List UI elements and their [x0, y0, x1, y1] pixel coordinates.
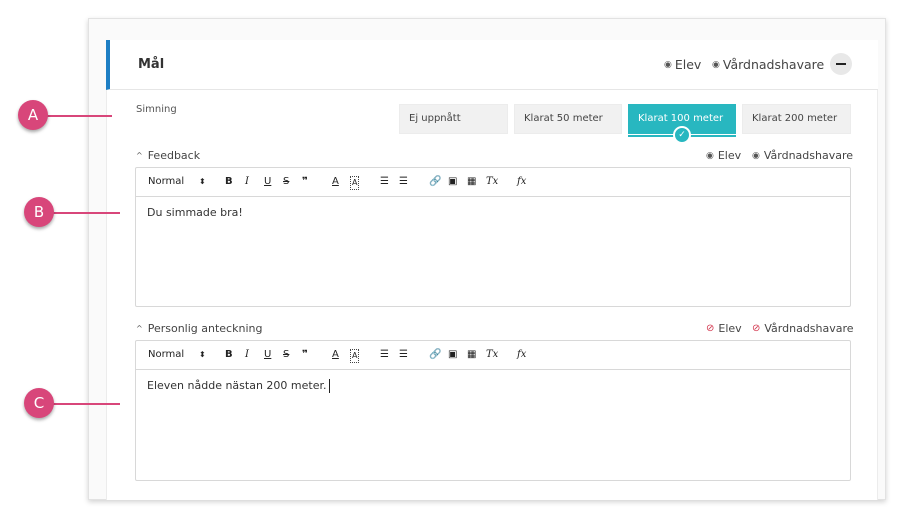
highlight-button[interactable]: A [350, 176, 360, 190]
marker-c: C [24, 388, 54, 418]
video-icon[interactable]: ▦ [467, 176, 476, 188]
eye-icon: ◉ [664, 59, 672, 70]
eye-icon: ◉ [706, 150, 714, 161]
option-ej-uppnatt[interactable]: Ej uppnått [399, 104, 508, 134]
personal-text: Eleven nådde nästan 200 meter. [147, 379, 327, 392]
option-klarat-200[interactable]: Klarat 200 meter [742, 104, 851, 134]
video-icon[interactable]: ▦ [467, 349, 476, 361]
italic-button[interactable]: I [245, 176, 249, 188]
text-cursor [328, 379, 330, 393]
ordered-list-icon[interactable]: ☰ [380, 349, 389, 361]
marker-b-line [50, 212, 120, 214]
personal-section-toggle[interactable]: ^ Personlig anteckning [136, 322, 262, 335]
feedback-editor: Normal ⬍ B I U S ❞ A A ☰ ☰ 🔗 ▣ ▦ Tx fx D… [135, 167, 851, 307]
format-select[interactable]: Normal [148, 349, 184, 361]
highlight-button[interactable]: A [350, 349, 360, 363]
eye-icon: ◉ [712, 59, 720, 70]
font-color-button[interactable]: A [332, 349, 339, 361]
quote-button[interactable]: ❞ [302, 349, 308, 361]
strikethrough-button[interactable]: S [283, 176, 289, 188]
feedback-toolbar: Normal ⬍ B I U S ❞ A A ☰ ☰ 🔗 ▣ ▦ Tx fx [136, 168, 850, 197]
personal-toolbar: Normal ⬍ B I U S ❞ A A ☰ ☰ 🔗 ▣ ▦ Tx fx [136, 341, 850, 370]
format-select[interactable]: Normal [148, 176, 184, 188]
formula-button[interactable]: fx [517, 176, 526, 188]
option-klarat-50[interactable]: Klarat 50 meter [514, 104, 622, 134]
quote-button[interactable]: ❞ [302, 176, 308, 188]
image-icon[interactable]: ▣ [448, 349, 457, 361]
underline-button[interactable]: U [264, 176, 271, 188]
bold-button[interactable]: B [225, 349, 233, 361]
bullet-list-icon[interactable]: ☰ [399, 349, 408, 361]
chevron-up-icon: ^ [136, 151, 143, 160]
collapse-button[interactable] [830, 53, 852, 75]
clear-format-button[interactable]: Tx [486, 349, 498, 361]
personal-text-wrap[interactable]: Eleven nådde nästan 200 meter. [147, 379, 330, 393]
bullet-list-icon[interactable]: ☰ [399, 176, 408, 188]
ordered-list-icon[interactable]: ☰ [380, 176, 389, 188]
italic-button[interactable]: I [245, 349, 249, 361]
chevron-up-icon: ^ [136, 324, 143, 333]
personal-editor: Normal ⬍ B I U S ❞ A A ☰ ☰ 🔗 ▣ ▦ Tx fx E… [135, 340, 851, 481]
bold-button[interactable]: B [225, 176, 233, 188]
font-color-button[interactable]: A [332, 176, 339, 188]
personal-visibility-guardian[interactable]: ⊘ Vårdnadshavare [752, 322, 854, 335]
eye-off-icon: ⊘ [706, 323, 715, 334]
strikethrough-button[interactable]: S [283, 349, 289, 361]
link-icon[interactable]: 🔗 [429, 349, 441, 361]
clear-format-button[interactable]: Tx [486, 176, 498, 188]
image-icon[interactable]: ▣ [448, 176, 457, 188]
personal-visibility-elev[interactable]: ⊘ Elev [706, 322, 742, 335]
formula-button[interactable]: fx [517, 349, 526, 361]
marker-a: A [18, 100, 48, 130]
goal-title: Mål [138, 57, 165, 72]
eye-icon: ◉ [752, 150, 760, 161]
feedback-section-toggle[interactable]: ^ Feedback [136, 149, 200, 162]
marker-a-line [44, 115, 112, 117]
format-select-arrows-icon[interactable]: ⬍ [199, 349, 206, 361]
simning-label: Simning [136, 104, 177, 115]
goal-header: Mål ◉ Elev ◉ Vårdnadshavare [106, 40, 878, 90]
check-icon: ✓ [673, 126, 691, 144]
header-visibility-guardian[interactable]: ◉ Vårdnadshavare [712, 57, 824, 72]
underline-button[interactable]: U [264, 349, 271, 361]
feedback-visibility-guardian[interactable]: ◉ Vårdnadshavare [752, 149, 853, 162]
marker-b: B [24, 197, 54, 227]
feedback-text[interactable]: Du simmade bra! [147, 206, 243, 219]
header-visibility-elev[interactable]: ◉ Elev [664, 57, 701, 72]
minus-icon [836, 63, 846, 65]
marker-c-line [50, 403, 120, 405]
eye-off-icon: ⊘ [752, 323, 761, 334]
feedback-visibility-elev[interactable]: ◉ Elev [706, 149, 741, 162]
format-select-arrows-icon[interactable]: ⬍ [199, 176, 206, 188]
link-icon[interactable]: 🔗 [429, 176, 441, 188]
